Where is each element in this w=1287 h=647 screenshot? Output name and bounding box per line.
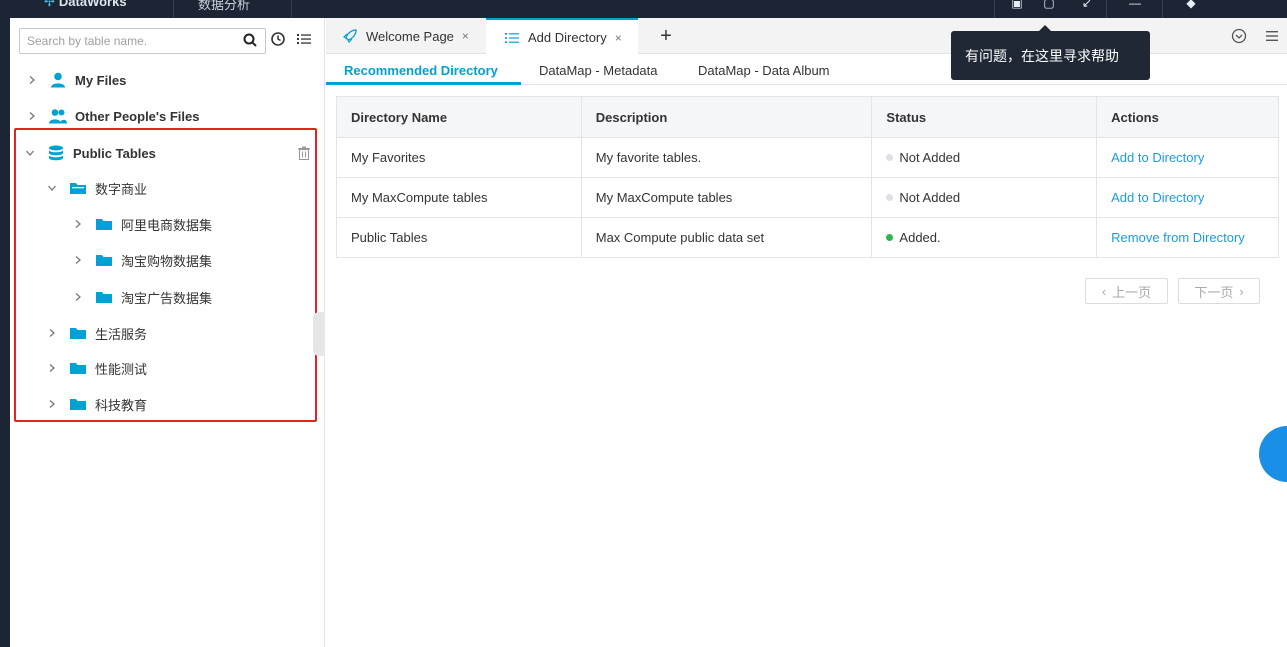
- menu-icon[interactable]: [1263, 27, 1281, 45]
- list-icon: [505, 32, 519, 43]
- left-edge-strip: [0, 18, 10, 647]
- add-tab-icon[interactable]: +: [638, 18, 694, 54]
- status-text: Not Added: [899, 150, 961, 165]
- action-cell: Add to Directory: [1096, 137, 1279, 178]
- next-page-label: 下一页: [1194, 284, 1234, 300]
- headset-icon[interactable]: ↙: [1078, 0, 1096, 10]
- directory-name: My MaxCompute tables: [336, 177, 582, 218]
- help-tooltip: 有问题，在这里寻求帮助: [951, 25, 1150, 80]
- tree-item-label: My Files: [75, 72, 127, 88]
- add-to-directory-link[interactable]: Add to Directory: [1111, 190, 1204, 205]
- directory-name: My Favorites: [336, 137, 582, 178]
- table-row: Public Tables Max Compute public data se…: [336, 217, 1279, 258]
- tab-welcome-page[interactable]: Welcome Page ×: [326, 18, 486, 54]
- rocket-icon: [342, 29, 357, 44]
- column-header: Description: [580, 96, 873, 138]
- user-menu-icon[interactable]: ◆: [1182, 0, 1200, 10]
- brand-logo[interactable]: ✢ DataWorks: [44, 0, 127, 10]
- column-header: Actions: [1096, 96, 1279, 138]
- tab-add-directory[interactable]: Add Directory ×: [486, 18, 638, 55]
- close-icon[interactable]: ×: [615, 31, 622, 45]
- chevron-right-icon[interactable]: [27, 75, 37, 85]
- document-icon[interactable]: ▢: [1040, 0, 1058, 10]
- directory-description: My MaxCompute tables: [580, 177, 873, 218]
- table-row: My Favorites My favorite tables. Not Add…: [336, 137, 1279, 178]
- workspace-selector[interactable]: 数据分析: [198, 0, 250, 13]
- history-icon[interactable]: [270, 31, 286, 47]
- language-icon[interactable]: —: [1126, 0, 1144, 10]
- divider: [994, 0, 995, 18]
- divider: [1106, 0, 1107, 18]
- chevron-left-icon: ‹: [1101, 283, 1107, 299]
- table-row: My MaxCompute tables My MaxCompute table…: [336, 177, 1279, 218]
- status-dot: [886, 194, 894, 201]
- directory-description: Max Compute public data set: [580, 217, 873, 258]
- table-search-box: [19, 28, 266, 54]
- notification-icon[interactable]: ▣: [1008, 0, 1026, 10]
- status-cell: Not Added: [871, 137, 1098, 178]
- status-cell: Added.: [871, 217, 1098, 258]
- subtab-datamap-metadata[interactable]: DataMap - Metadata: [539, 63, 658, 78]
- tab-label: Add Directory: [528, 30, 607, 45]
- active-subtab-indicator: [326, 82, 521, 85]
- add-to-directory-link[interactable]: Add to Directory: [1111, 150, 1204, 165]
- search-input[interactable]: [20, 29, 220, 53]
- divider: [291, 0, 292, 18]
- tree-item-label: Other People's Files: [75, 108, 200, 124]
- top-navbar: ✢ DataWorks 数据分析 ▣ ▢ ↙ — ◆: [0, 0, 1287, 18]
- users-icon: [49, 109, 67, 124]
- prev-page-button[interactable]: ‹ 上一页: [1085, 278, 1168, 304]
- status-dot: [886, 234, 894, 241]
- subtab-datamap-data-album[interactable]: DataMap - Data Album: [698, 63, 830, 78]
- selection-highlight: [14, 128, 317, 422]
- table-header-row: Directory Name Description Status Action…: [336, 96, 1279, 138]
- action-cell: Remove from Directory: [1096, 217, 1279, 258]
- list-icon[interactable]: [296, 31, 312, 47]
- status-dot: [886, 154, 894, 161]
- status-cell: Not Added: [871, 177, 1098, 218]
- chevron-right-icon: ›: [1239, 283, 1244, 299]
- close-icon[interactable]: ×: [462, 29, 469, 43]
- column-header: Status: [871, 96, 1098, 138]
- directory-description: My favorite tables.: [580, 137, 873, 178]
- chevron-circle-down-icon[interactable]: [1230, 27, 1248, 45]
- next-page-button[interactable]: 下一页 ›: [1178, 278, 1260, 304]
- chevron-right-icon[interactable]: [27, 111, 37, 121]
- subtab-recommended-directory[interactable]: Recommended Directory: [344, 63, 498, 78]
- status-text: Not Added: [899, 190, 961, 205]
- status-text: Added.: [899, 230, 941, 245]
- user-icon: [51, 72, 65, 88]
- main-panel: Welcome Page × Add Directory × + Recomme…: [326, 18, 1287, 647]
- remove-from-directory-link[interactable]: Remove from Directory: [1111, 230, 1245, 245]
- directory-table: Directory Name Description Status Action…: [336, 96, 1279, 258]
- tree-item-my-files[interactable]: My Files: [10, 62, 325, 98]
- action-cell: Add to Directory: [1096, 177, 1279, 218]
- sidebar-collapse-handle[interactable]: [313, 312, 325, 356]
- divider: [173, 0, 174, 18]
- column-header: Directory Name: [336, 96, 582, 138]
- directory-name: Public Tables: [336, 217, 582, 258]
- prev-page-label: 上一页: [1112, 284, 1152, 300]
- divider: [1162, 0, 1163, 18]
- tab-label: Welcome Page: [366, 28, 454, 44]
- search-icon[interactable]: [243, 33, 257, 47]
